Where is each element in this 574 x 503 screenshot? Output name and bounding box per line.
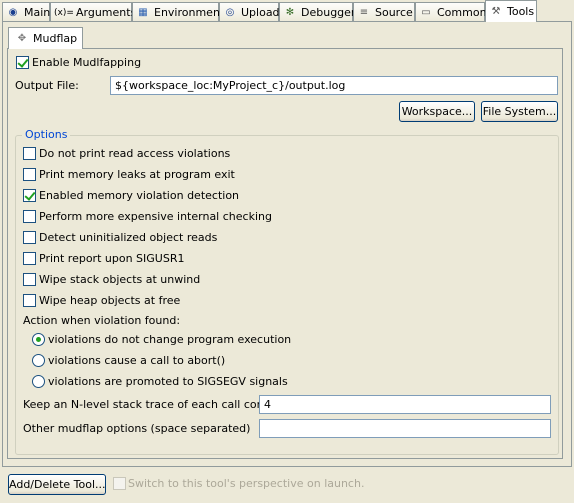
enable-mudflap-checkbox[interactable] xyxy=(16,56,29,69)
tab-common[interactable]: ▭ Common xyxy=(415,2,487,22)
switch-perspective-label: Switch to this tool's perspective on lau… xyxy=(128,477,365,490)
tab-source[interactable]: ≡ Source xyxy=(353,2,415,22)
option-checkbox-print-memory-leaks[interactable] xyxy=(23,168,36,181)
option-checkbox-report-sigusr1[interactable] xyxy=(23,252,36,265)
upload-icon: ◎ xyxy=(225,6,235,18)
option-label: Wipe stack objects at unwind xyxy=(39,273,201,286)
option-label: Print report upon SIGUSR1 xyxy=(39,252,185,265)
radio-label: violations cause a call to abort() xyxy=(48,354,226,367)
action-violation-label: Action when violation found: xyxy=(23,314,181,327)
radio-sigsegv[interactable] xyxy=(32,375,45,388)
tab-environment[interactable]: ▦ Environment xyxy=(132,2,224,22)
option-label: Perform more expensive internal checking xyxy=(39,210,272,223)
common-icon: ▭ xyxy=(421,6,431,18)
mudflap-icon: ✥ xyxy=(17,32,27,44)
other-options-input[interactable] xyxy=(259,419,551,438)
subtab-mudflap[interactable]: ✥ Mudflap xyxy=(8,27,83,49)
tab-label: Source xyxy=(375,6,413,19)
tab-label: Debugger xyxy=(301,6,356,19)
tools-icon: ⚒ xyxy=(491,5,501,17)
main-icon: ◉ xyxy=(8,6,18,18)
arguments-icon: (x)= xyxy=(54,7,74,18)
tab-label: Environment xyxy=(154,6,225,19)
environment-icon: ▦ xyxy=(138,6,148,18)
debugger-icon: ✻ xyxy=(285,6,295,18)
workspace-button[interactable]: Workspace... xyxy=(399,101,475,122)
stack-trace-input[interactable]: 4 xyxy=(259,395,551,414)
option-label: Do not print read access violations xyxy=(39,147,231,160)
tab-label: Tools xyxy=(507,5,535,18)
stack-trace-label: Keep an N-level stack trace of each call… xyxy=(23,398,286,411)
tab-label: Arguments xyxy=(76,6,137,19)
options-group-title: Options xyxy=(22,128,71,142)
option-label: Detect uninitialized object reads xyxy=(39,231,218,244)
launch-config-tabs: ◉ Main (x)= Arguments ▦ Environment ◎ Up… xyxy=(0,0,574,22)
output-file-field[interactable]: ${workspace_loc:MyProject_c}/output.log xyxy=(110,76,558,95)
tab-label: Upload xyxy=(241,6,280,19)
option-checkbox-wipe-stack[interactable] xyxy=(23,273,36,286)
option-label: Wipe heap objects at free xyxy=(39,294,181,307)
source-icon: ≡ xyxy=(359,6,369,18)
radio-label: violations do not change program executi… xyxy=(48,333,292,346)
file-system-button[interactable]: File System... xyxy=(481,101,558,122)
option-label: Print memory leaks at program exit xyxy=(39,168,235,181)
tab-upload[interactable]: ◎ Upload xyxy=(219,2,280,22)
tab-arguments[interactable]: (x)= Arguments xyxy=(50,2,136,22)
tab-debugger[interactable]: ✻ Debugger xyxy=(279,2,356,22)
radio-no-change-execution[interactable] xyxy=(32,333,45,346)
option-checkbox-uninitialized-reads[interactable] xyxy=(23,231,36,244)
option-checkbox-do-not-print-read[interactable] xyxy=(23,147,36,160)
switch-perspective-checkbox[interactable] xyxy=(113,477,126,490)
option-label: Enabled memory violation detection xyxy=(39,189,240,202)
tab-tools[interactable]: ⚒ Tools xyxy=(485,0,537,22)
other-options-label: Other mudflap options (space separated) xyxy=(23,422,251,435)
radio-call-abort[interactable] xyxy=(32,354,45,367)
tab-label: Main xyxy=(24,6,51,19)
option-checkbox-wipe-heap[interactable] xyxy=(23,294,36,307)
add-delete-tool-button[interactable]: Add/Delete Tool... xyxy=(8,474,106,495)
tab-label: Common xyxy=(437,6,487,19)
tab-main[interactable]: ◉ Main xyxy=(2,2,50,22)
output-file-label: Output File: xyxy=(15,79,79,92)
option-checkbox-memory-violation-detection[interactable] xyxy=(23,189,36,202)
radio-label: violations are promoted to SIGSEGV signa… xyxy=(48,375,288,388)
enable-mudflap-label: Enable Mudlfapping xyxy=(32,56,142,69)
option-checkbox-expensive-checking[interactable] xyxy=(23,210,36,223)
subtab-label: Mudflap xyxy=(33,32,78,45)
